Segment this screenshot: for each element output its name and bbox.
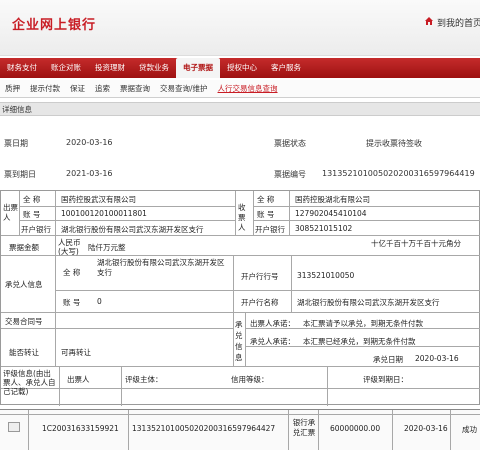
rating-subject-label: 评级主体： (125, 375, 163, 384)
acceptor-name-label: 全 称 (63, 268, 81, 277)
amount-units: 十亿千百十万千百十元角分 (371, 239, 461, 248)
rating-drawer-label: 出票人 (67, 375, 90, 384)
nav-item-invest[interactable]: 投资理财 (88, 58, 132, 78)
drawer-account-value: 100100120100011801 (61, 209, 147, 218)
subnav-payment-prompt[interactable]: 提示付款 (25, 83, 65, 94)
acceptor-bank-name-value: 湖北银行股份有限公司武汉东湖开发区支行 (297, 298, 440, 307)
detail-table: 出票人 全 称 国药控股武汉有限公司 账 号 10010012010001180… (0, 190, 480, 406)
drawer-bank-value: 湖北银行股份有限公司武汉东湖开发区支行 (61, 225, 204, 234)
row-select-checkbox[interactable] (8, 422, 20, 432)
acceptor-promise-label: 承兑人承诺： (250, 337, 295, 346)
result-status: 成功 (462, 425, 477, 434)
payee-name-value: 国药控股湖北有限公司 (295, 195, 370, 204)
rating-label: 评级信息(由出票人、承兑人自己记载) (3, 369, 56, 396)
accept-date-value: 2020-03-16 (415, 354, 459, 363)
results-table: 1C20031633159921 13135210100502020031659… (0, 409, 480, 450)
payee-side-label: 收票人 (238, 203, 246, 232)
drawer-name-value: 国药控股武汉有限公司 (61, 195, 136, 204)
result-bill-id[interactable]: 1C20031633159921 (42, 424, 119, 433)
nav-item-payment[interactable]: 财务支付 (0, 58, 44, 78)
acceptor-bank-no-label: 开户行行号 (241, 272, 279, 281)
drawer-name-label: 全 称 (23, 195, 41, 204)
accept-date-label: 承兑日期 (373, 355, 403, 364)
result-bill-no: 131352101005020200316597964427 (132, 424, 276, 433)
drawer-side-label: 出票人 (3, 203, 18, 222)
accept-info-label: 承兑信息 (235, 320, 243, 362)
status-label: 票据状态 (274, 139, 306, 148)
drawer-promise-label: 出票人承诺： (250, 319, 295, 328)
payee-account-label: 账 号 (257, 210, 275, 219)
acceptor-name-value: 湖北银行股份有限公司武汉东湖开发区支行 (97, 258, 225, 277)
bill-no-value: 131352101005020200316597964419 (322, 169, 475, 178)
amount-label: 票据金额 (9, 243, 39, 252)
subnav-pledge[interactable]: 质押 (0, 83, 25, 94)
nav-item-e-bill[interactable]: 电子票据 (176, 58, 220, 78)
result-amount: 60000000.00 (330, 424, 381, 433)
contract-label: 交易合同号 (5, 317, 43, 326)
bill-no-label: 票据编号 (274, 170, 306, 179)
subnav-tx-query[interactable]: 交易查询/维护 (155, 83, 213, 94)
nav-item-loan[interactable]: 贷款业务 (132, 58, 176, 78)
nav-item-auth[interactable]: 授权中心 (220, 58, 264, 78)
due-date-label: 票到期日 (4, 170, 36, 179)
nav-item-reconcile[interactable]: 账企对账 (44, 58, 88, 78)
issue-date-value: 2020-03-16 (66, 138, 113, 147)
status-value: 提示收票待签收 (366, 139, 422, 148)
payee-name-label: 全 称 (257, 195, 275, 204)
result-bill-type: 银行承兑汇票 (292, 418, 316, 437)
subnav-bill-query[interactable]: 票据查询 (115, 83, 155, 94)
section-title: 详细信息 (0, 102, 480, 116)
header-banner: 企业网上银行 到我的首页 (0, 0, 480, 56)
bank-title: 企业网上银行 (12, 18, 97, 33)
home-link[interactable]: 到我的首页 (437, 16, 480, 29)
drawer-account-label: 账 号 (23, 210, 41, 219)
due-date-value: 2021-03-16 (66, 169, 113, 178)
drawer-promise-value: 本汇票请予以承兑，到期无条件付款 (303, 319, 423, 328)
acceptor-label: 承兑人信息 (5, 280, 43, 289)
main-nav: 财务支付 账企对账 投资理财 贷款业务 电子票据 授权中心 客户服务 (0, 58, 480, 78)
acceptor-bank-no-value: 313521010050 (297, 271, 355, 280)
transfer-value: 可再转让 (61, 348, 91, 357)
subnav-pboc-query[interactable]: 人行交易信息查询 (213, 83, 283, 94)
acceptor-bank-name-label: 开户行名称 (241, 298, 279, 307)
amount-words: 陆仟万元整 (88, 243, 126, 252)
credit-level-label: 信用等级： (231, 375, 269, 384)
home-icon[interactable] (424, 16, 434, 26)
rating-due-label: 评级到期日： (363, 375, 408, 384)
acceptor-account-value: 0 (97, 297, 102, 306)
drawer-bank-label: 开户银行 (21, 225, 51, 234)
payee-bank-value: 308521015102 (295, 224, 353, 233)
acceptor-promise-value: 本汇票已经承兑，到期无条件付款 (303, 337, 416, 346)
nav-item-service[interactable]: 客户服务 (264, 58, 308, 78)
transfer-label: 能否转让 (9, 348, 39, 357)
issue-date-label: 票日期 (4, 139, 28, 148)
sub-nav: 质押 提示付款 保证 追索 票据查询 交易查询/维护 人行交易信息查询 (0, 80, 480, 98)
acceptor-account-label: 账 号 (63, 298, 81, 307)
result-date: 2020-03-16 (404, 424, 448, 433)
subnav-recourse[interactable]: 追索 (90, 83, 115, 94)
subnav-guarantee[interactable]: 保证 (65, 83, 90, 94)
payee-account-value: 127902045410104 (295, 209, 367, 218)
amount-case: (大写) (58, 247, 79, 256)
payee-bank-label: 开户银行 (255, 225, 285, 234)
